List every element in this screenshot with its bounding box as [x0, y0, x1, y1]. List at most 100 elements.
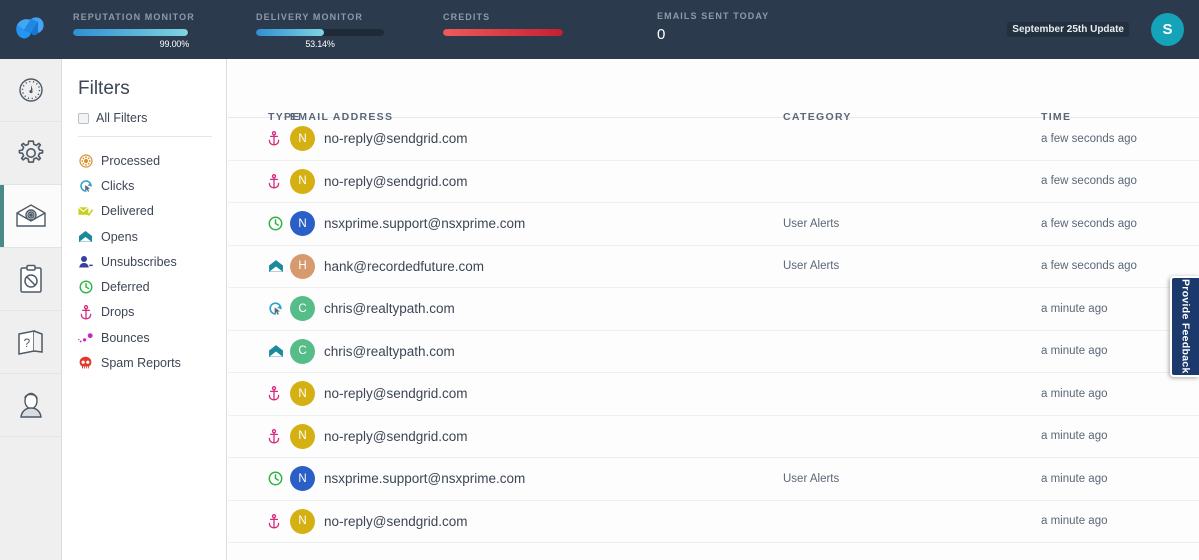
- speedometer-icon: [17, 76, 45, 104]
- filter-label: Clicks: [101, 179, 134, 193]
- filter-item-unsubscribes[interactable]: Unsubscribes: [78, 249, 226, 274]
- email-address-text[interactable]: hank@recordedfuture.com: [324, 259, 484, 274]
- cell-category: User Alerts: [783, 260, 1041, 272]
- sidebar-item-dashboard[interactable]: [0, 59, 61, 122]
- user-avatar[interactable]: S: [1151, 13, 1184, 46]
- metric-label: DELIVERY MONITOR: [256, 12, 384, 22]
- credits-progress-fill: [443, 29, 563, 36]
- provide-feedback-tab[interactable]: Provide Feedback: [1170, 276, 1199, 377]
- table-row[interactable]: Cchris@realtypath.coma minute ago: [228, 288, 1199, 331]
- cell-type: [228, 514, 290, 529]
- metric-reputation-monitor: REPUTATION MONITOR 99.00%: [73, 12, 189, 49]
- table-row[interactable]: Nnsxprime.support@nsxprime.comUser Alert…: [228, 203, 1199, 246]
- cell-type: [228, 174, 290, 189]
- sidebar-item-support[interactable]: [0, 374, 61, 437]
- provide-feedback-label: Provide Feedback: [1180, 279, 1192, 374]
- email-address-text[interactable]: chris@realtypath.com: [324, 344, 455, 359]
- cell-type: [228, 131, 290, 146]
- dots-bounce-icon: [78, 330, 93, 345]
- filter-item-clicks[interactable]: Clicks: [78, 173, 226, 198]
- email-address-text[interactable]: nsxprime.support@nsxprime.com: [324, 216, 525, 231]
- table-row[interactable]: Nnsxprime.support@nsxprime.comUser Alert…: [228, 458, 1199, 501]
- table-row[interactable]: Cchris@realtypath.coma minute ago: [228, 331, 1199, 374]
- reputation-progress-fill: [73, 29, 188, 36]
- cell-time: a few seconds ago: [1041, 133, 1199, 145]
- filter-label: Spam Reports: [101, 356, 181, 370]
- sidebar-item-docs[interactable]: ?: [0, 311, 61, 374]
- sendgrid-logo-icon[interactable]: [0, 0, 62, 59]
- column-header-email: EMAIL ADDRESS: [290, 111, 783, 123]
- cell-email: Nnsxprime.support@nsxprime.com: [290, 466, 783, 491]
- icon-rail: ?: [0, 59, 62, 560]
- table-row[interactable]: Nno-reply@sendgrid.com a few seconds ago: [228, 118, 1199, 161]
- delivery-progress-bar: [256, 29, 384, 36]
- cell-email: Nno-reply@sendgrid.com: [290, 509, 783, 534]
- all-filters-checkbox[interactable]: [78, 113, 89, 124]
- table-body: Nno-reply@sendgrid.coma few seconds agoN…: [228, 118, 1199, 543]
- sidebar-item-settings[interactable]: [0, 122, 61, 185]
- reputation-progress-bar: [73, 29, 189, 36]
- email-address-text[interactable]: no-reply@sendgrid.com: [324, 429, 468, 444]
- cell-email: Nno-reply@sendgrid.com: [290, 126, 783, 151]
- filters-title: Filters: [78, 78, 226, 100]
- cell-time: a minute ago: [1041, 473, 1199, 485]
- cell-type: [228, 301, 290, 316]
- column-header-type: TYPE: [228, 111, 290, 123]
- filter-item-deferred[interactable]: Deferred: [78, 274, 226, 299]
- anchor-icon: [268, 514, 280, 529]
- activity-table: TYPE EMAIL ADDRESS CATEGORY TIME Nno-rep…: [228, 59, 1199, 543]
- skull-icon: [78, 356, 93, 371]
- envelope-open-icon: [78, 229, 93, 244]
- table-row[interactable]: Nno-reply@sendgrid.coma minute ago: [228, 373, 1199, 416]
- clipboard-block-icon: [18, 264, 44, 294]
- delivery-progress-fill: [256, 29, 324, 36]
- cell-email: Nnsxprime.support@nsxprime.com: [290, 211, 783, 236]
- anchor-icon: [78, 305, 93, 320]
- cell-email: Cchris@realtypath.com: [290, 296, 783, 321]
- question-book-icon: ?: [16, 328, 46, 356]
- all-filters-label: All Filters: [96, 111, 147, 125]
- metric-credits: CREDITS: [443, 12, 563, 36]
- support-person-icon: [17, 390, 45, 420]
- email-address-text[interactable]: no-reply@sendgrid.com: [324, 386, 468, 401]
- table-row[interactable]: Nno-reply@sendgrid.com a few seconds ago: [228, 161, 1199, 204]
- table-header-row: TYPE EMAIL ADDRESS CATEGORY TIME: [228, 59, 1199, 118]
- cell-category: User Alerts: [783, 473, 1041, 485]
- cell-time: a minute ago: [1041, 430, 1199, 442]
- filters-panel: Filters All Filters Processed: [62, 59, 227, 560]
- filter-item-opens[interactable]: Opens: [78, 224, 226, 249]
- all-filters-row[interactable]: All Filters: [78, 111, 226, 125]
- gear-icon: [16, 138, 46, 168]
- metric-label: REPUTATION MONITOR: [73, 12, 189, 22]
- envelope-check-icon: [78, 204, 93, 219]
- update-badge[interactable]: September 25th Update: [1007, 22, 1129, 37]
- email-address-text[interactable]: no-reply@sendgrid.com: [324, 514, 468, 529]
- sidebar-item-activity[interactable]: [0, 185, 61, 248]
- filter-item-processed[interactable]: Processed: [78, 148, 226, 173]
- avatar: N: [290, 169, 315, 194]
- email-address-text[interactable]: nsxprime.support@nsxprime.com: [324, 471, 525, 486]
- table-row[interactable]: Nno-reply@sendgrid.coma minute ago: [228, 501, 1199, 544]
- avatar: N: [290, 424, 315, 449]
- email-address-text[interactable]: chris@realtypath.com: [324, 301, 455, 316]
- avatar: N: [290, 509, 315, 534]
- filter-item-delivered[interactable]: Delivered: [78, 199, 226, 224]
- sidebar-item-suppressions[interactable]: [0, 248, 61, 311]
- emails-sent-value: 0: [657, 26, 769, 43]
- anchor-icon: [268, 131, 280, 146]
- email-address-text[interactable]: no-reply@sendgrid.com: [324, 131, 468, 146]
- emails-sent-label: EMAILS SENT TODAY: [657, 11, 769, 21]
- filter-item-drops[interactable]: Drops: [78, 300, 226, 325]
- envelope-open-icon: [268, 259, 284, 273]
- filter-item-spam-reports[interactable]: Spam Reports: [78, 350, 226, 375]
- table-row[interactable]: Hhank@recordedfuture.comUser Alertsa few…: [228, 246, 1199, 289]
- table-row[interactable]: Nno-reply@sendgrid.com a minute ago: [228, 416, 1199, 459]
- filter-label: Unsubscribes: [101, 255, 177, 269]
- filter-item-bounces[interactable]: Bounces: [78, 325, 226, 350]
- cell-type: [228, 429, 290, 444]
- email-address-text[interactable]: no-reply@sendgrid.com: [324, 174, 468, 189]
- top-bar: REPUTATION MONITOR 99.00% DELIVERY MONIT…: [0, 0, 1199, 59]
- delivery-percent: 53.14%: [256, 39, 384, 49]
- avatar: C: [290, 296, 315, 321]
- cell-time: a few seconds ago: [1041, 175, 1199, 187]
